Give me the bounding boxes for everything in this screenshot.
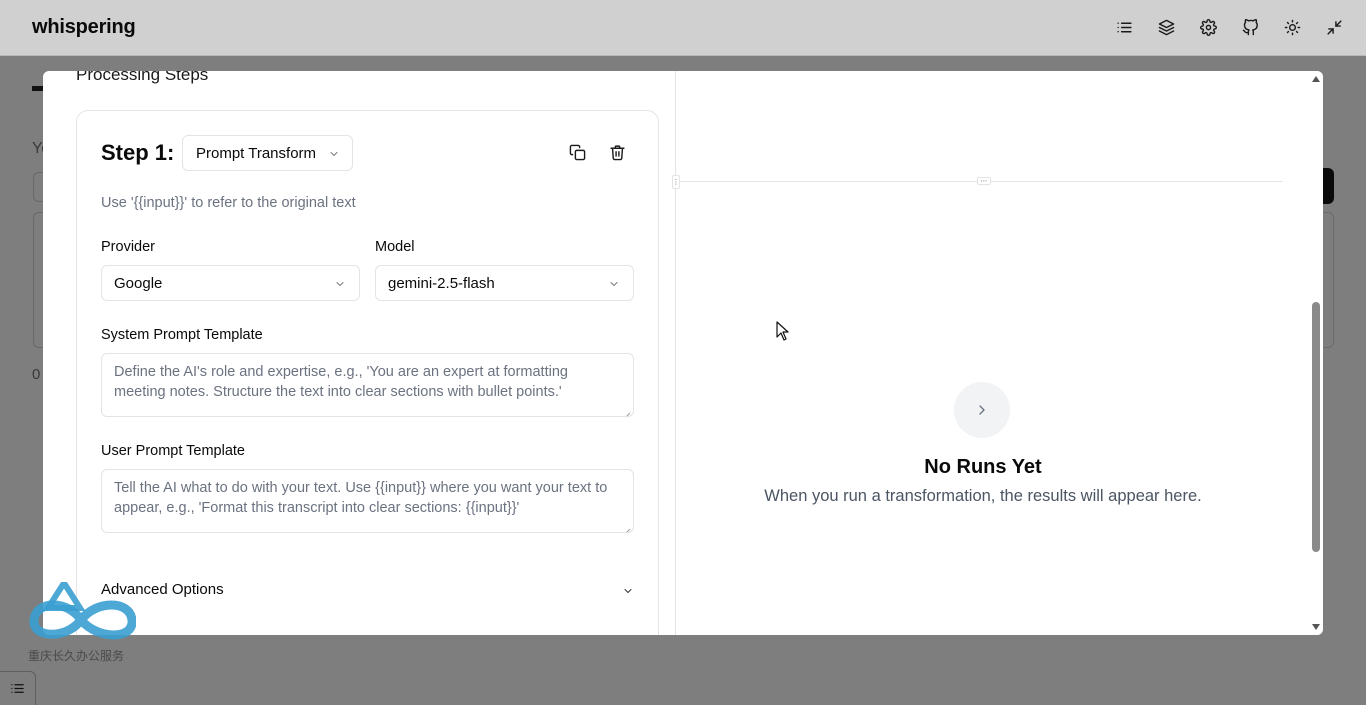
github-icon[interactable] [1240,17,1260,37]
watermark-text: 重庆长久办公服务 [28,649,125,663]
user-prompt-placeholder: Tell the AI what to do with your text. U… [114,480,608,516]
bottom-list-button[interactable] [0,671,36,705]
provider-select[interactable]: Google [101,265,360,301]
background-panel-fragment [1322,212,1334,348]
chevron-down-icon [334,277,346,294]
settings-icon[interactable] [1198,17,1218,37]
step-type-value: Prompt Transform [196,144,317,162]
resize-handle-icon[interactable] [623,522,631,532]
mouse-cursor-icon [776,321,789,341]
app-title[interactable]: whispering [32,16,136,39]
chevron-right-icon [954,382,1010,438]
step-title: Step 1: [101,140,175,165]
transformation-editor-modal: Processing Steps Step 1: Prompt Transfor… [43,71,1323,635]
provider-label: Provider [101,239,155,255]
empty-state-title: No Runs Yet [924,456,1042,478]
resize-handle-icon[interactable] [623,406,631,416]
section-title: Processing Steps [76,71,209,84]
processing-steps-pane[interactable]: Processing Steps Step 1: Prompt Transfor… [43,71,676,635]
system-prompt-label: System Prompt Template [101,327,263,343]
input-hint: Use '{{input}}' to refer to the original… [101,195,356,211]
minimize-icon[interactable] [1324,17,1344,37]
copy-icon[interactable] [569,144,587,162]
model-value: gemini-2.5-flash [388,274,495,292]
chevron-down-icon[interactable] [622,584,634,602]
step-type-select[interactable]: Prompt Transform [182,135,353,171]
chevron-down-icon [608,277,620,294]
horizontal-resize-grip-icon[interactable]: ⋯ [977,177,991,185]
user-prompt-textarea[interactable]: Tell the AI what to do with your text. U… [101,469,634,533]
vertical-resize-grip-icon[interactable]: ⋮ [672,175,680,189]
scroll-down-arrow-icon[interactable] [1312,624,1320,630]
layers-icon[interactable] [1156,17,1176,37]
model-select[interactable]: gemini-2.5-flash [375,265,634,301]
empty-state-description: When you run a transformation, the resul… [764,487,1202,505]
app-header: whispering [0,0,1366,56]
runs-pane: ⋮ ⋯ No Runs Yet When you run a transform… [672,71,1323,635]
trash-icon[interactable] [609,144,627,162]
provider-value: Google [114,274,163,292]
background-count-fragment: 0 [32,366,41,383]
system-prompt-textarea[interactable]: Define the AI's role and expertise, e.g.… [101,353,634,417]
step-card: Step 1: Prompt Transform Use '{{input}}'… [76,110,659,635]
chevron-down-icon [328,147,340,164]
header-actions [1114,17,1344,37]
model-label: Model [375,239,415,255]
background-button-fragment [1322,168,1334,204]
user-prompt-label: User Prompt Template [101,443,245,459]
sun-icon[interactable] [1282,17,1302,37]
scroll-up-arrow-icon[interactable] [1312,76,1320,82]
scrollbar-thumb[interactable] [1312,302,1320,552]
system-prompt-placeholder: Define the AI's role and expertise, e.g.… [114,364,568,400]
list-icon[interactable] [1114,17,1134,37]
modal-scrollbar[interactable] [1309,71,1323,635]
list-icon [11,684,24,693]
